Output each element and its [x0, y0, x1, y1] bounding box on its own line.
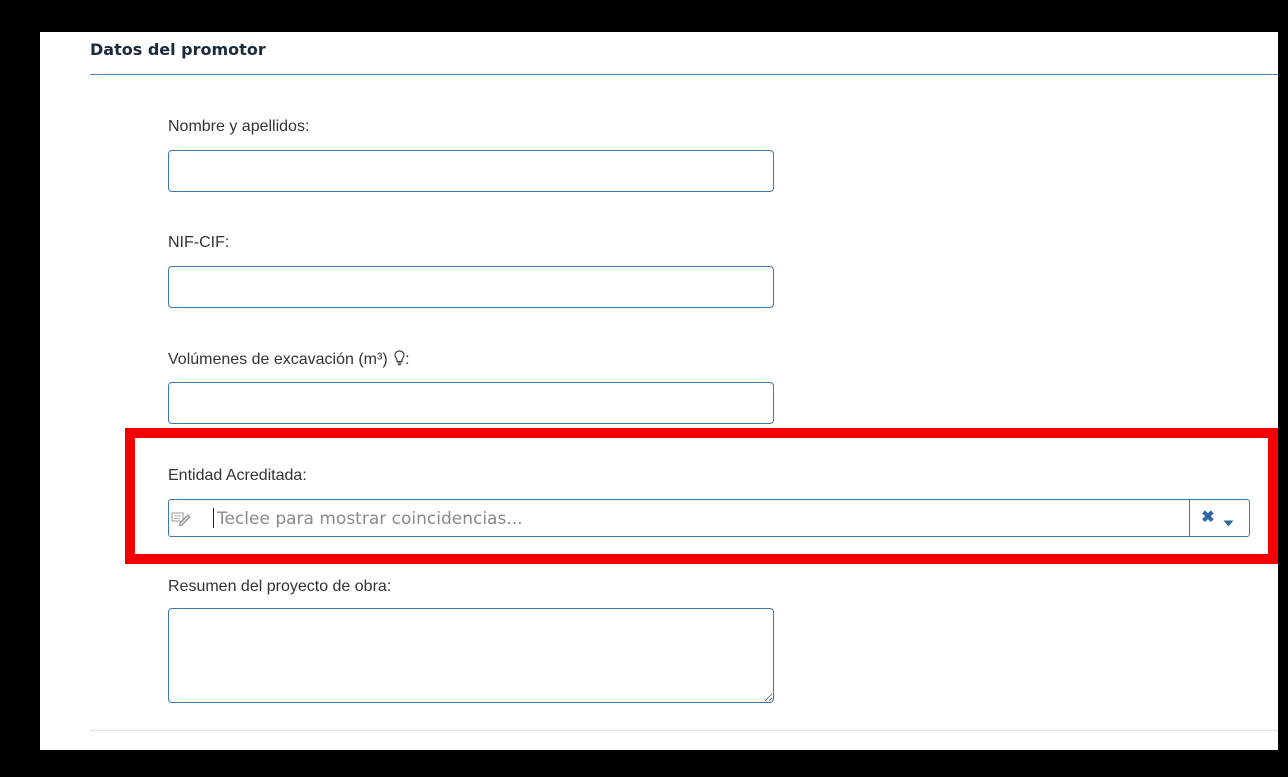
chevron-down-icon[interactable]	[1223, 514, 1234, 532]
lightbulb-icon[interactable]	[394, 350, 405, 371]
entidad-search-input[interactable]	[215, 501, 1189, 537]
section-title: Datos del promotor	[90, 40, 266, 59]
volumenes-input[interactable]	[168, 382, 774, 424]
section-divider	[90, 74, 1278, 75]
nombre-label: Nombre y apellidos:	[168, 118, 310, 135]
resumen-label: Resumen del proyecto de obra:	[168, 578, 392, 595]
entidad-combobox[interactable]: ✖	[168, 499, 1250, 537]
pencil-icon	[171, 510, 191, 531]
volumenes-label-colon: :	[405, 351, 410, 368]
nif-label: NIF-CIF:	[168, 234, 230, 251]
screenshot-frame: Datos del promotor Nombre y apellidos: N…	[0, 0, 1288, 777]
clear-icon[interactable]: ✖	[1199, 507, 1217, 529]
resumen-textarea[interactable]	[168, 608, 774, 703]
volumenes-label-text: Volúmenes de excavación (m³)	[168, 351, 388, 368]
nif-input[interactable]	[168, 266, 774, 308]
combo-separator	[1189, 500, 1190, 536]
highlight-box	[125, 428, 1278, 564]
entidad-label: Entidad Acreditada:	[168, 467, 307, 484]
text-cursor	[213, 508, 214, 528]
section-bottom-divider	[90, 730, 1278, 731]
volumenes-label: Volúmenes de excavación (m³) :	[168, 350, 410, 371]
nombre-input[interactable]	[168, 150, 774, 192]
form-panel: Datos del promotor Nombre y apellidos: N…	[40, 32, 1278, 750]
